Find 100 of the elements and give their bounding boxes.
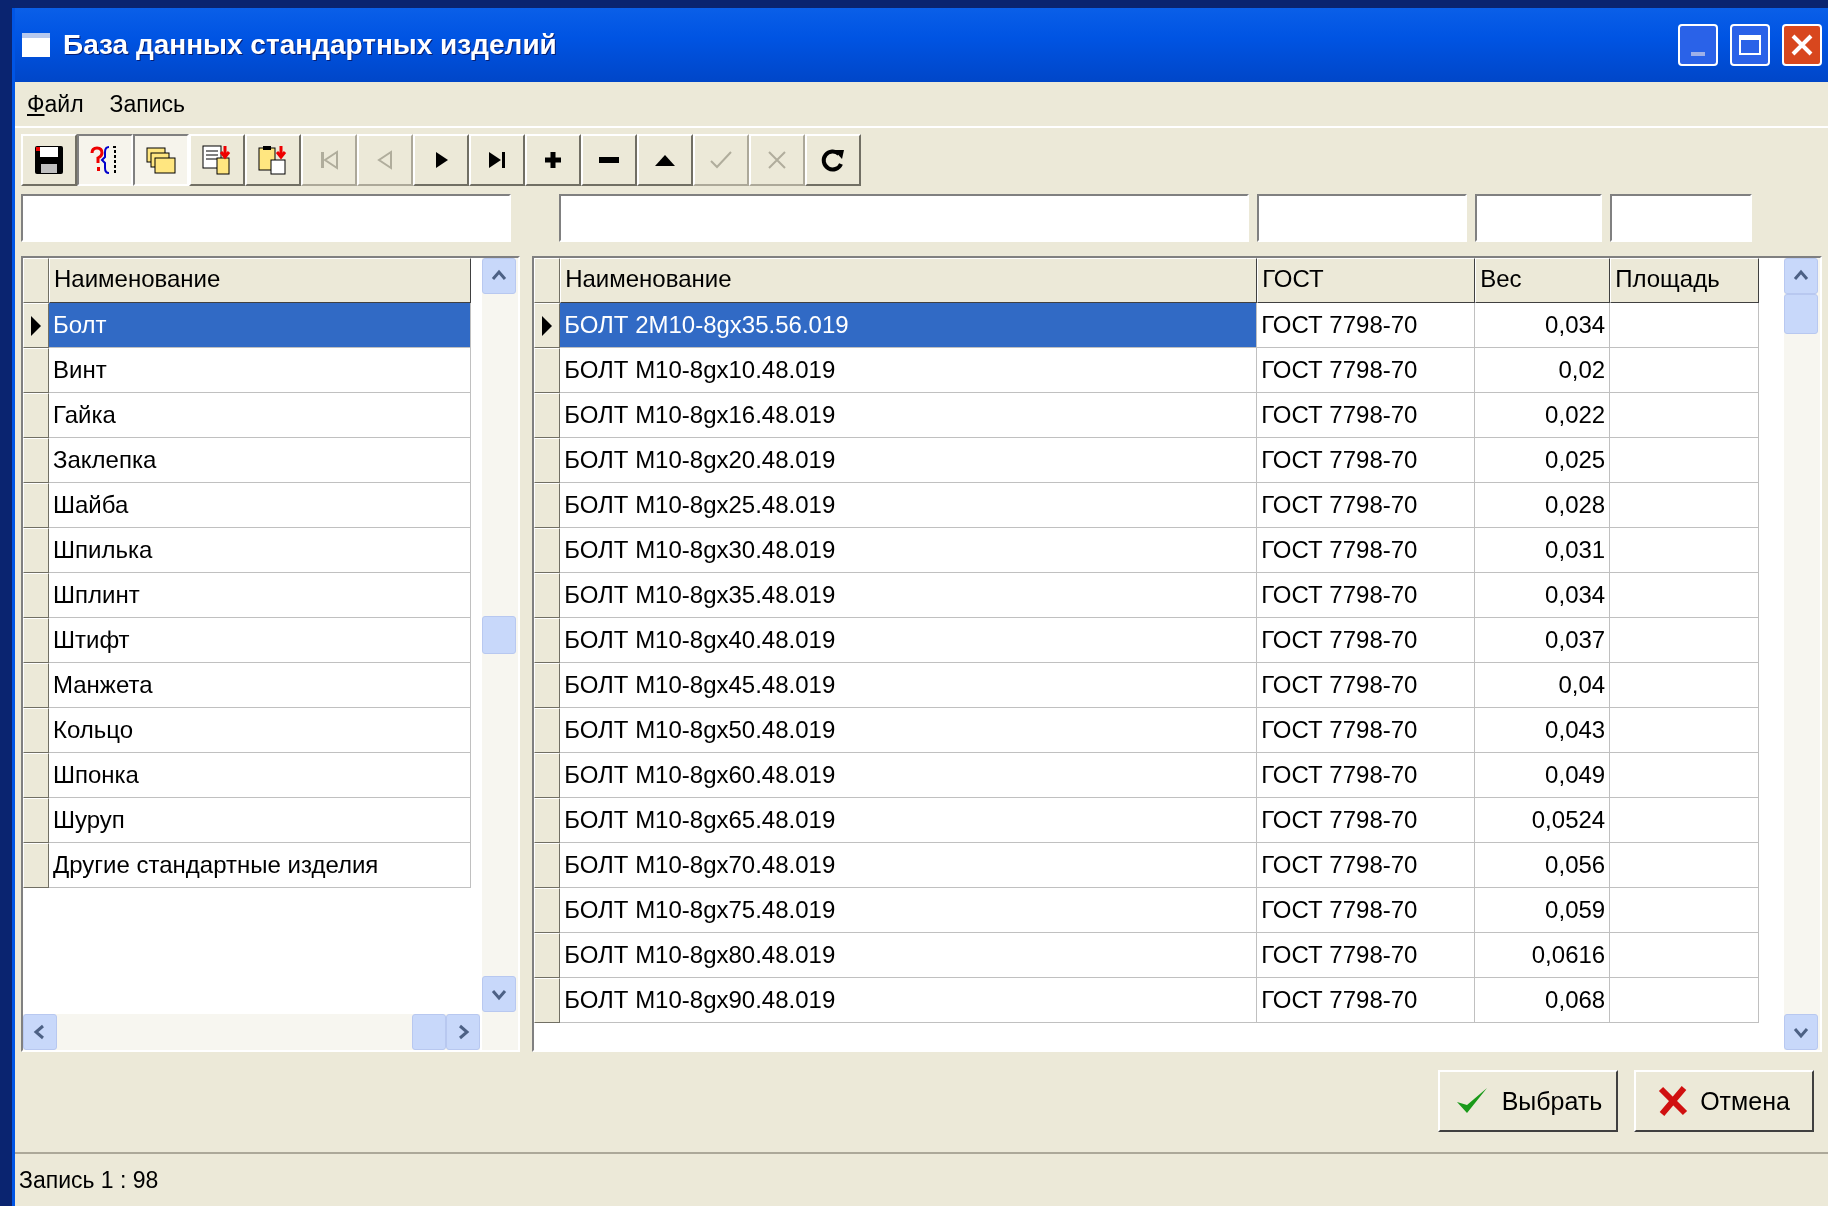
table-cell[interactable]: Шплинт xyxy=(49,573,471,618)
table-cell[interactable]: БОЛТ М10-8gx45.48.019 xyxy=(560,663,1258,708)
close-icon xyxy=(1790,33,1814,57)
table-cell: 0,028 xyxy=(1475,483,1611,528)
table-cell[interactable]: Другие стандартные изделия xyxy=(49,843,471,888)
table-cell: ГОСТ 7798-70 xyxy=(1257,348,1476,393)
filter-field[interactable] xyxy=(1257,194,1467,242)
table-cell: 0,0616 xyxy=(1475,933,1611,978)
minimize-button[interactable] xyxy=(1678,24,1718,66)
status-bar: Запись 1 : 98 xyxy=(15,1152,1828,1206)
cross-icon xyxy=(1658,1085,1689,1117)
table-cell: 0,04 xyxy=(1475,663,1611,708)
table-cell: 0,031 xyxy=(1475,528,1611,573)
table-cell[interactable]: БОЛТ М10-8gx65.48.019 xyxy=(560,798,1258,843)
table-cell: ГОСТ 7798-70 xyxy=(1257,438,1476,483)
document-copy-icon xyxy=(201,144,233,176)
table-cell[interactable]: Шайба xyxy=(49,483,471,528)
row-indicator[interactable] xyxy=(534,303,561,348)
vertical-scrollbar[interactable] xyxy=(482,258,519,1050)
menu-item[interactable]: Запись xyxy=(109,90,186,118)
table-cell: 0,034 xyxy=(1475,573,1611,618)
table-cell: 0,068 xyxy=(1475,978,1611,1023)
table-cell[interactable]: БОЛТ М10-8gx70.48.019 xyxy=(560,843,1258,888)
table-cell[interactable]: Шпилька xyxy=(49,528,471,573)
table-cell: ГОСТ 7798-70 xyxy=(1257,528,1476,573)
minus-icon xyxy=(599,157,619,163)
filter-field[interactable] xyxy=(21,194,511,242)
menu-item[interactable]: Файл xyxy=(27,90,84,118)
row-pointer-icon xyxy=(30,314,42,337)
table-cell: 0,02 xyxy=(1475,348,1611,393)
maximize-icon xyxy=(1739,35,1761,55)
column-header[interactable]: Площадь xyxy=(1610,258,1760,303)
table-cell[interactable]: БОЛТ М10-8gx90.48.019 xyxy=(560,978,1258,1023)
close-button[interactable] xyxy=(1782,24,1822,66)
table-cell: 0,037 xyxy=(1475,618,1611,663)
table-cell: 0,059 xyxy=(1475,888,1611,933)
table-cell: ГОСТ 7798-70 xyxy=(1257,978,1476,1023)
filter-field[interactable] xyxy=(559,194,1249,242)
window-icon xyxy=(21,32,51,58)
table-cell[interactable]: Гайка xyxy=(49,393,471,438)
minimize-icon xyxy=(1691,52,1705,56)
table-cell: ГОСТ 7798-70 xyxy=(1257,483,1476,528)
scroll-thumb[interactable] xyxy=(1784,294,1818,334)
table-cell[interactable]: Манжета xyxy=(49,663,471,708)
table-cell[interactable]: БОЛТ М10-8gx75.48.019 xyxy=(560,888,1258,933)
table-cell: ГОСТ 7798-70 xyxy=(1257,933,1476,978)
column-header[interactable]: Вес xyxy=(1475,258,1611,303)
table-cell[interactable]: Шпонка xyxy=(49,753,471,798)
table-cell: 0,056 xyxy=(1475,843,1611,888)
folders-icon xyxy=(145,144,177,176)
table-cell: ГОСТ 7798-70 xyxy=(1257,888,1476,933)
row-indicator[interactable] xyxy=(23,303,49,348)
table-cell: 0,049 xyxy=(1475,753,1611,798)
vertical-scrollbar[interactable] xyxy=(1784,258,1820,1050)
maximize-button[interactable] xyxy=(1730,24,1770,66)
window-title: База данных стандартных изделий xyxy=(63,29,558,61)
table-cell[interactable]: БОЛТ М10-8gx35.48.019 xyxy=(560,573,1258,618)
table-cell[interactable]: БОЛТ М10-8gx25.48.019 xyxy=(560,483,1258,528)
save-icon xyxy=(33,144,65,176)
table-cell: ГОСТ 7798-70 xyxy=(1257,843,1476,888)
table-cell[interactable]: БОЛТ 2М10-8gx35.56.019 xyxy=(560,303,1258,348)
dialog-button[interactable]: Отмена xyxy=(1634,1070,1814,1132)
table-cell: 0,043 xyxy=(1475,708,1611,753)
table-cell[interactable]: Заклепка xyxy=(49,438,471,483)
clipboard-paste-icon xyxy=(257,144,289,176)
filter-field[interactable] xyxy=(1610,194,1752,242)
table-cell[interactable]: БОЛТ М10-8gx30.48.019 xyxy=(560,528,1258,573)
scroll-thumb[interactable] xyxy=(482,616,517,654)
scroll-thumb[interactable] xyxy=(412,1014,447,1050)
table-cell[interactable]: Винт xyxy=(49,348,471,393)
table-cell[interactable]: БОЛТ М10-8gx20.48.019 xyxy=(560,438,1258,483)
table-cell[interactable]: Шуруп xyxy=(49,798,471,843)
table-cell: ГОСТ 7798-70 xyxy=(1257,303,1476,348)
table-cell[interactable]: БОЛТ М10-8gx50.48.019 xyxy=(560,708,1258,753)
horizontal-scrollbar[interactable] xyxy=(23,1014,481,1050)
table-cell: ГОСТ 7798-70 xyxy=(1257,393,1476,438)
table-cell[interactable]: БОЛТ М10-8gx40.48.019 xyxy=(560,618,1258,663)
column-header[interactable]: Наименование xyxy=(49,258,471,303)
table-cell[interactable]: БОЛТ М10-8gx16.48.019 xyxy=(560,393,1258,438)
row-pointer-icon xyxy=(541,314,554,337)
table-cell[interactable]: БОЛТ М10-8gx80.48.019 xyxy=(560,933,1258,978)
table-cell[interactable]: Кольцо xyxy=(49,708,471,753)
table-cell[interactable]: Штифт xyxy=(49,618,471,663)
column-header[interactable]: ГОСТ xyxy=(1257,258,1476,303)
table-cell: ГОСТ 7798-70 xyxy=(1257,618,1476,663)
table-cell: 0,0524 xyxy=(1475,798,1611,843)
table-cell: 0,025 xyxy=(1475,438,1611,483)
dialog-button[interactable]: Выбрать xyxy=(1438,1070,1618,1132)
table-cell: ГОСТ 7798-70 xyxy=(1257,708,1476,753)
column-header[interactable]: Наименование xyxy=(560,258,1258,303)
table-cell: 0,034 xyxy=(1475,303,1611,348)
table-cell[interactable]: БОЛТ М10-8gx60.48.019 xyxy=(560,753,1258,798)
toolbar-button[interactable] xyxy=(77,134,133,186)
table-cell: 0,022 xyxy=(1475,393,1611,438)
filter-field[interactable] xyxy=(1475,194,1602,242)
table-cell[interactable]: Болт xyxy=(49,303,471,348)
table-cell: ГОСТ 7798-70 xyxy=(1257,798,1476,843)
table-cell: ГОСТ 7798-70 xyxy=(1257,663,1476,708)
table-cell: ГОСТ 7798-70 xyxy=(1257,573,1476,618)
table-cell[interactable]: БОЛТ М10-8gx10.48.019 xyxy=(560,348,1258,393)
